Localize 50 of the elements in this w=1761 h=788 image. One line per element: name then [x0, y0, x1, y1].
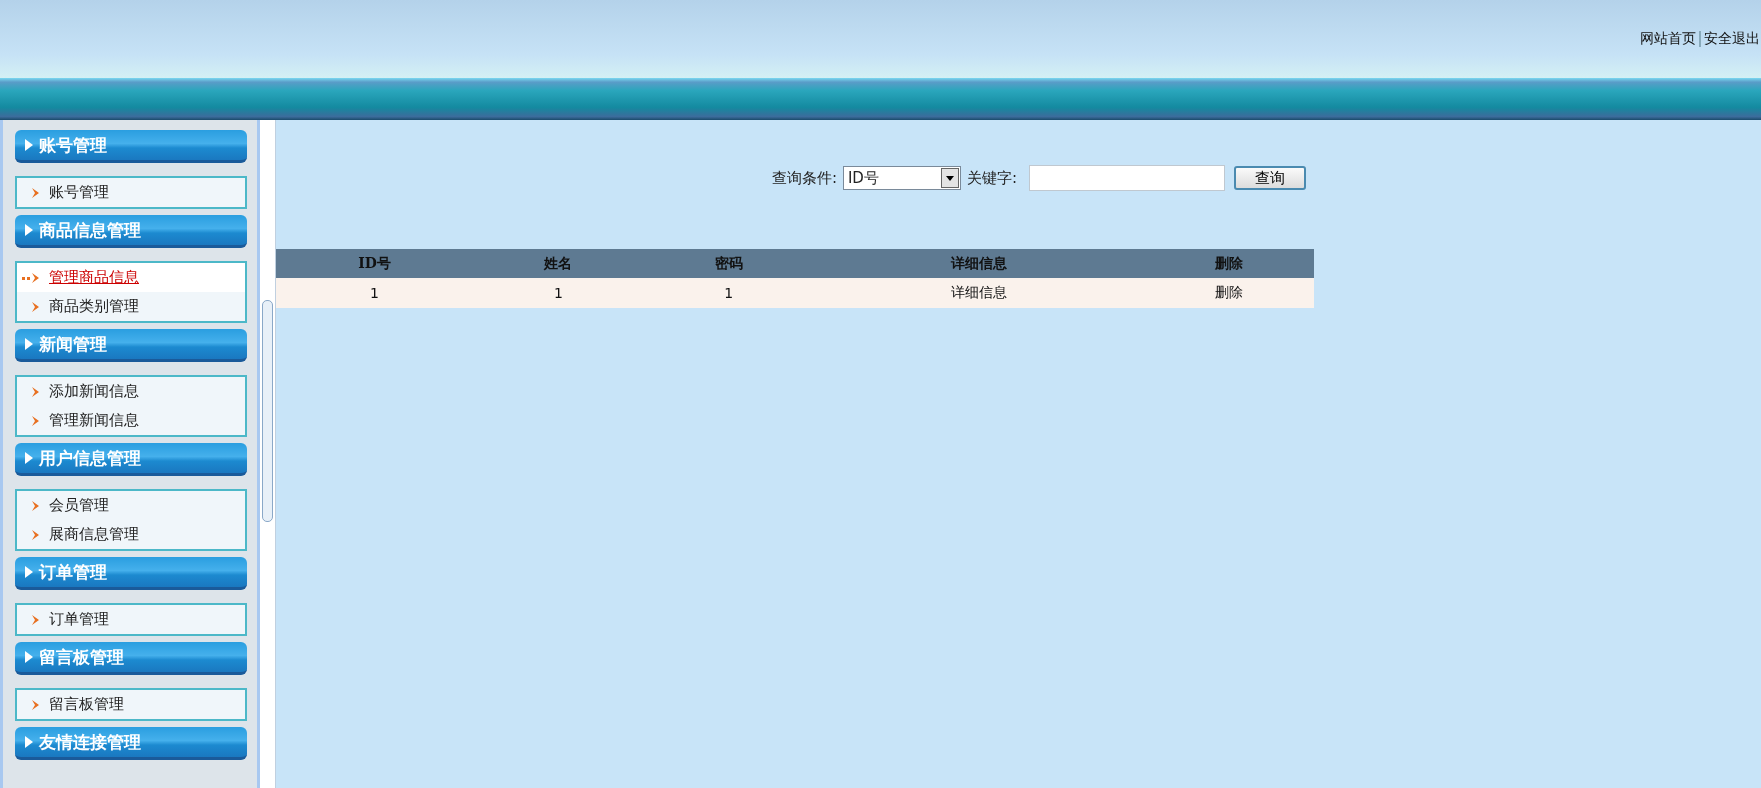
condition-select[interactable]: ID号: [842, 166, 961, 190]
chevron-icon: [31, 300, 41, 313]
chevron-icon: [31, 499, 41, 512]
column-header: 详细信息: [814, 249, 1144, 278]
menu-item[interactable]: 账号管理: [17, 178, 245, 207]
menu-group-title: 商品信息管理: [39, 218, 141, 242]
table-cell: 1: [473, 278, 644, 308]
column-header: 密码: [643, 249, 815, 278]
triangle-icon: [25, 338, 33, 350]
column-header: ID号: [276, 249, 474, 278]
chevron-icon: [31, 698, 41, 711]
chevron-icon: [21, 271, 41, 284]
triangle-icon: [25, 736, 33, 748]
menu-item[interactable]: 留言板管理: [17, 690, 245, 719]
chevron-icon: [31, 613, 41, 626]
menu-item[interactable]: 订单管理: [17, 605, 245, 634]
triangle-icon: [25, 566, 33, 578]
chevron-icon: [31, 186, 41, 199]
table-cell: 删除: [1143, 278, 1314, 308]
menu-group-title: 订单管理: [39, 560, 107, 584]
menu-item[interactable]: 展商信息管理: [17, 520, 245, 549]
menu-group-title: 留言板管理: [39, 645, 124, 669]
table-cell: 1: [643, 278, 815, 308]
menu-group-title: 用户信息管理: [39, 446, 141, 470]
search-condition-label: 查询条件:: [771, 168, 837, 188]
menu-group-title: 新闻管理: [39, 332, 107, 356]
keyword-label: 关键字:: [966, 168, 1017, 188]
menu-item[interactable]: 添加新闻信息: [17, 377, 245, 406]
triangle-icon: [25, 224, 33, 236]
table-cell: 详细信息: [814, 278, 1144, 308]
top-link[interactable]: 安全退出: [1703, 30, 1761, 48]
column-header: 姓名: [473, 249, 644, 278]
top-link[interactable]: 网站首页: [1639, 30, 1697, 48]
triangle-icon: [25, 452, 33, 464]
column-header: 删除: [1143, 249, 1314, 278]
chevron-icon: [31, 528, 41, 541]
menu-group-title: 账号管理: [39, 133, 107, 157]
menu-item[interactable]: 管理新闻信息: [17, 406, 245, 435]
menu-item[interactable]: 会员管理: [17, 491, 245, 520]
chevron-icon: [31, 414, 41, 427]
table-cell: 1: [276, 278, 474, 308]
splitter-handle[interactable]: [262, 300, 273, 522]
search-button[interactable]: 查询: [1234, 166, 1306, 190]
chevron-icon: [31, 385, 41, 398]
keyword-input[interactable]: [1029, 165, 1225, 191]
menu-item[interactable]: 商品类别管理: [17, 292, 245, 321]
triangle-icon: [25, 651, 33, 663]
menu-group-title: 友情连接管理: [39, 730, 141, 754]
triangle-icon: [25, 139, 33, 151]
menu-item[interactable]: 管理商品信息: [17, 263, 245, 292]
